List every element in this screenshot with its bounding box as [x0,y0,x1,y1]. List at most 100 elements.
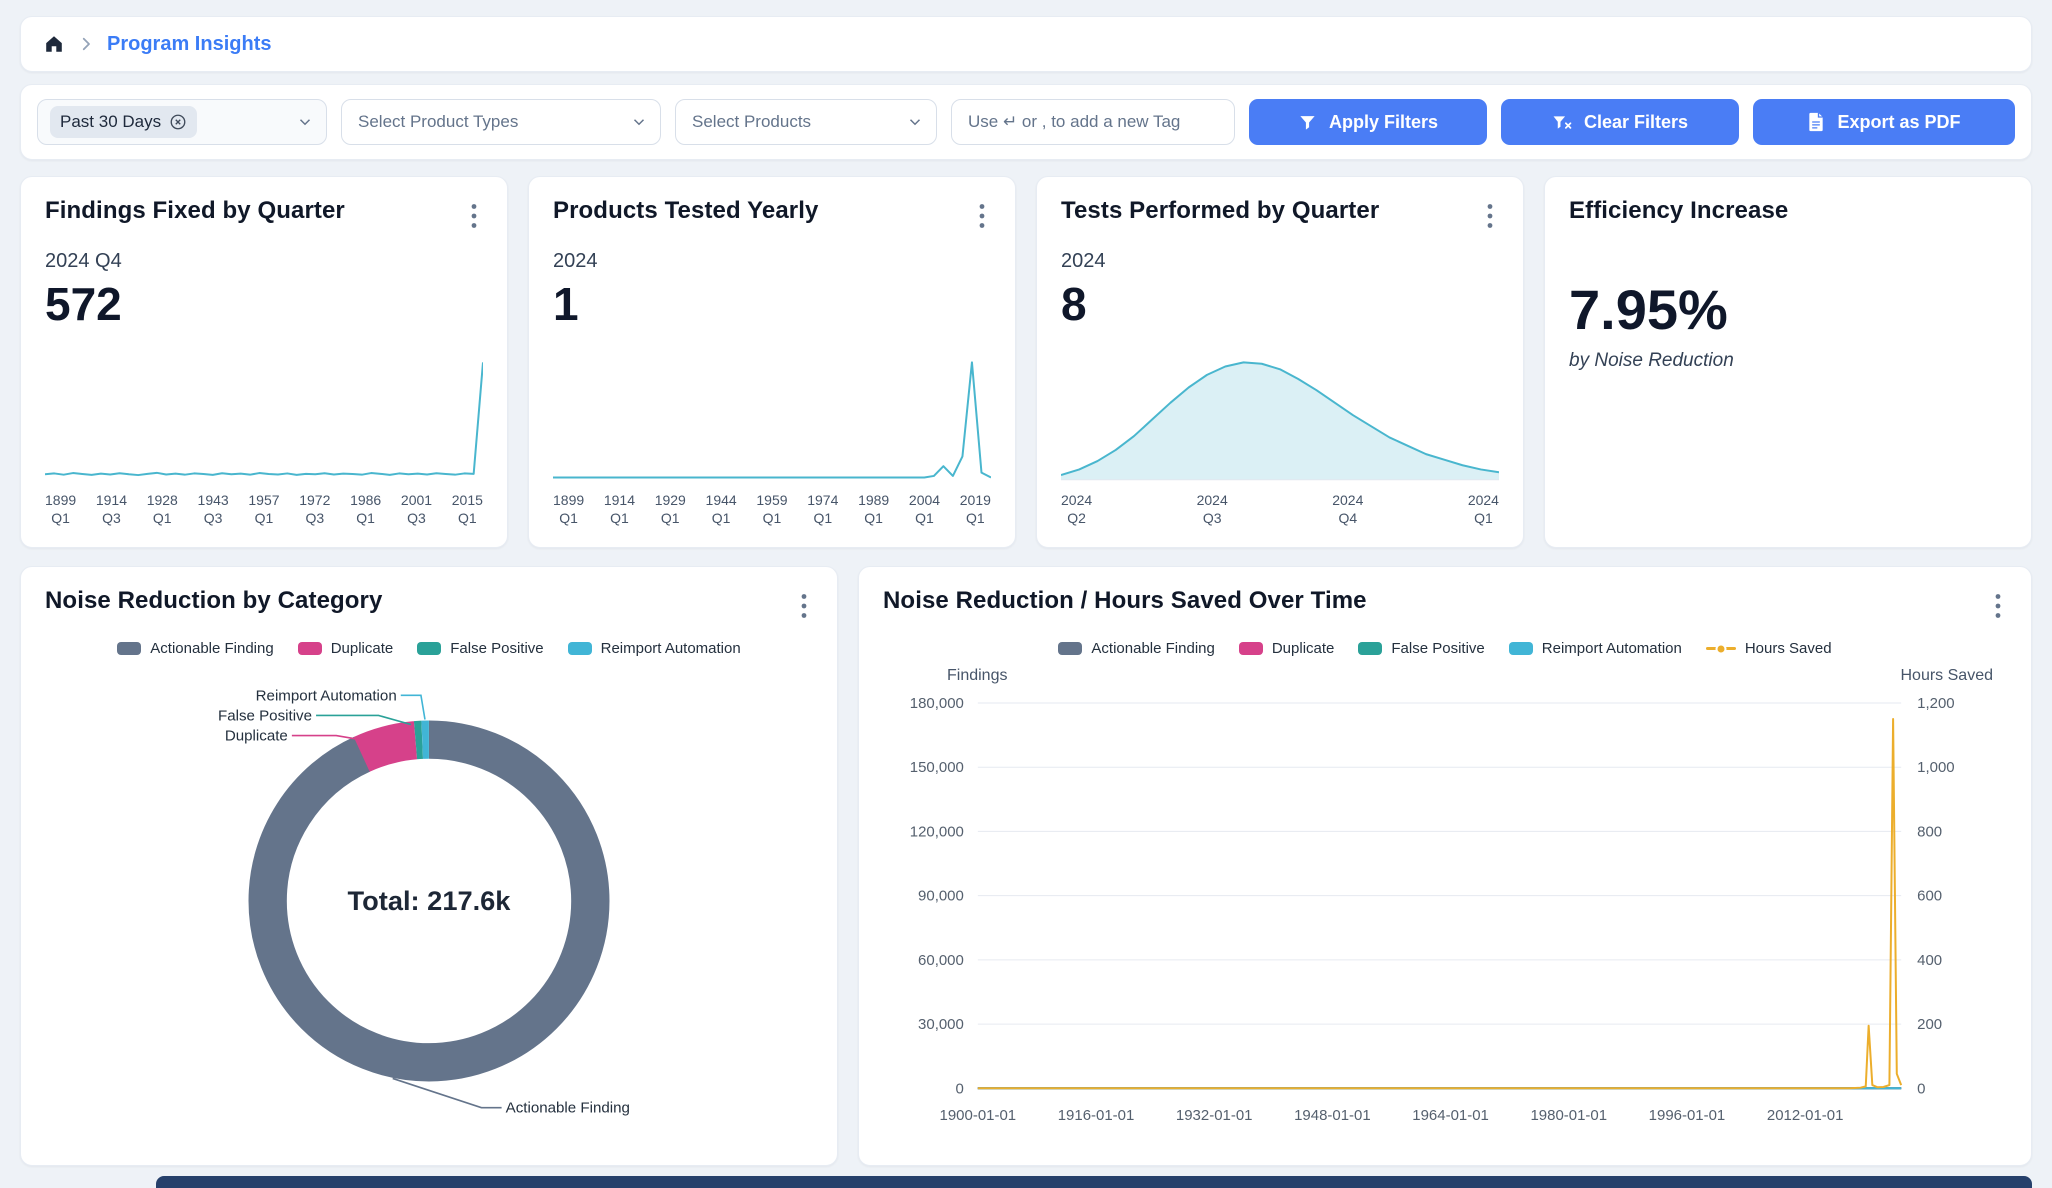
tests-area-chart [1061,355,1499,483]
callout-leader-line [393,1078,502,1107]
left-axis-tick: 150,000 [910,759,964,776]
callout-leader-line [401,695,425,719]
x-tick-label: 1943Q3 [198,491,229,527]
legend-label: Reimport Automation [601,640,741,657]
right-axis-tick: 400 [1917,952,1942,969]
left-axis-title: Findings [947,667,1007,685]
home-icon[interactable] [43,33,65,55]
clear-filters-button[interactable]: Clear Filters [1501,99,1739,145]
legend-item-false-positive[interactable]: False Positive [417,640,543,657]
date-range-chip: Past 30 Days [50,106,197,138]
right-axis-tick: 200 [1917,1016,1942,1033]
filter-x-icon [1552,113,1572,132]
products-placeholder: Select Products [688,112,811,132]
legend-swatch [568,642,592,655]
stat-period: 2024 [1061,250,1499,273]
card-title: Findings Fixed by Quarter [45,197,345,225]
right-axis-tick: 1,000 [1917,759,1954,776]
x-tick-label: 2024Q4 [1332,491,1363,527]
callout-label-duplicate: Duplicate [225,728,288,745]
card-menu-button[interactable] [973,199,991,236]
card-menu-button[interactable] [1989,589,2007,626]
export-pdf-button[interactable]: Export as PDF [1753,99,2015,145]
date-range-select[interactable]: Past 30 Days [37,99,327,145]
right-axis-title: Hours Saved [1901,667,1994,685]
donut-total-label: Total: 217.6k [348,885,512,916]
efficiency-subtitle: by Noise Reduction [1569,350,2007,372]
card-menu-button[interactable] [795,589,813,626]
callout-leader-line [316,715,411,724]
stat-value: 572 [45,277,483,331]
time-chart-legend: Actionable Finding Duplicate False Positiv… [883,640,2007,657]
legend-label: Reimport Automation [1542,640,1682,657]
x-axis-tick: 1916-01-01 [1058,1107,1135,1124]
x-axis-tick: 1964-01-01 [1412,1107,1489,1124]
x-axis-tick: 1948-01-01 [1294,1107,1371,1124]
chevron-down-icon [296,113,314,131]
stat-period: 2024 Q4 [45,250,483,273]
card-title: Noise Reduction / Hours Saved Over Time [883,587,1367,615]
apply-filters-label: Apply Filters [1329,112,1438,133]
legend-item-actionable-finding[interactable]: Actionable Finding [117,640,273,657]
legend-item-duplicate[interactable]: Duplicate [1239,640,1335,657]
card-menu-button[interactable] [1481,199,1499,236]
left-axis-tick: 120,000 [910,823,964,840]
callout-label-false-positive: False Positive [218,707,312,724]
stat-value: 1 [553,277,991,331]
findings-sparkline-chart [45,355,483,483]
tag-input[interactable] [951,99,1235,145]
left-axis-tick: 90,000 [918,888,964,905]
chart-line [553,362,991,477]
legend-item-reimport-automation[interactable]: Reimport Automation [568,640,741,657]
card-menu-button[interactable] [465,199,483,236]
export-pdf-label: Export as PDF [1837,112,1960,133]
legend-item-reimport-automation[interactable]: Reimport Automation [1509,640,1682,657]
legend-swatch [1509,642,1533,655]
filter-icon [1298,113,1317,132]
legend-label: False Positive [1391,640,1484,657]
card-title: Products Tested Yearly [553,197,818,225]
right-axis-tick: 600 [1917,888,1942,905]
callout-label-actionable-finding: Actionable Finding [506,1100,630,1117]
legend-item-false-positive[interactable]: False Positive [1358,640,1484,657]
x-tick-label: 1928Q1 [147,491,178,527]
x-tick-label: 2004Q1 [909,491,940,527]
donut-legend: Actionable Finding Duplicate False Positiv… [45,640,813,657]
x-tick-label: 1972Q3 [299,491,330,527]
breadcrumb-chevron-icon [77,35,95,53]
left-axis-tick: 180,000 [910,695,964,712]
product-types-select[interactable]: Select Product Types [341,99,661,145]
left-axis-tick: 30,000 [918,1016,964,1033]
remove-date-range-icon[interactable] [169,113,187,131]
program-insights-page: Program Insights Past 30 Days Select Pro… [0,0,2052,1188]
pdf-file-icon [1807,112,1825,132]
filter-bar: Past 30 Days Select Product Types Select… [20,84,2032,160]
noise-reduction-hours-saved-card: Noise Reduction / Hours Saved Over Time … [858,566,2032,1166]
left-axis-tick: 60,000 [918,952,964,969]
x-tick-label: 1989Q1 [858,491,889,527]
x-tick-label: 1986Q1 [350,491,381,527]
apply-filters-button[interactable]: Apply Filters [1249,99,1487,145]
x-axis-ticks: 1899Q11914Q31928Q11943Q31957Q11972Q31986… [45,491,483,527]
x-axis-tick: 2012-01-01 [1767,1107,1844,1124]
product-types-placeholder: Select Product Types [354,112,518,132]
legend-item-duplicate[interactable]: Duplicate [298,640,394,657]
legend-label: Actionable Finding [1091,640,1214,657]
x-axis-ticks: 1899Q11914Q11929Q11944Q11959Q11974Q11989… [553,491,991,527]
right-axis-tick: 1,200 [1917,695,1954,712]
callout-label-reimport-automation: Reimport Automation [256,687,397,704]
x-axis-tick: 1980-01-01 [1530,1107,1607,1124]
x-tick-label: 1899Q1 [45,491,76,527]
noise-reduction-by-category-card: Noise Reduction by Category Actionable F… [20,566,838,1166]
products-select[interactable]: Select Products [675,99,937,145]
breadcrumb-title[interactable]: Program Insights [107,33,271,56]
legend-swatch [1058,642,1082,655]
legend-item-actionable-finding[interactable]: Actionable Finding [1058,640,1214,657]
stat-period: 2024 [553,250,991,273]
products-tested-yearly-card: Products Tested Yearly 2024 1 1899Q11914… [528,176,1016,548]
legend-label: Duplicate [1272,640,1335,657]
x-axis-tick: 1996-01-01 [1649,1107,1726,1124]
series-line-hours-saved [978,719,1901,1088]
x-tick-label: 2024Q1 [1468,491,1499,527]
legend-item-hours-saved[interactable]: Hours Saved [1706,640,1832,657]
